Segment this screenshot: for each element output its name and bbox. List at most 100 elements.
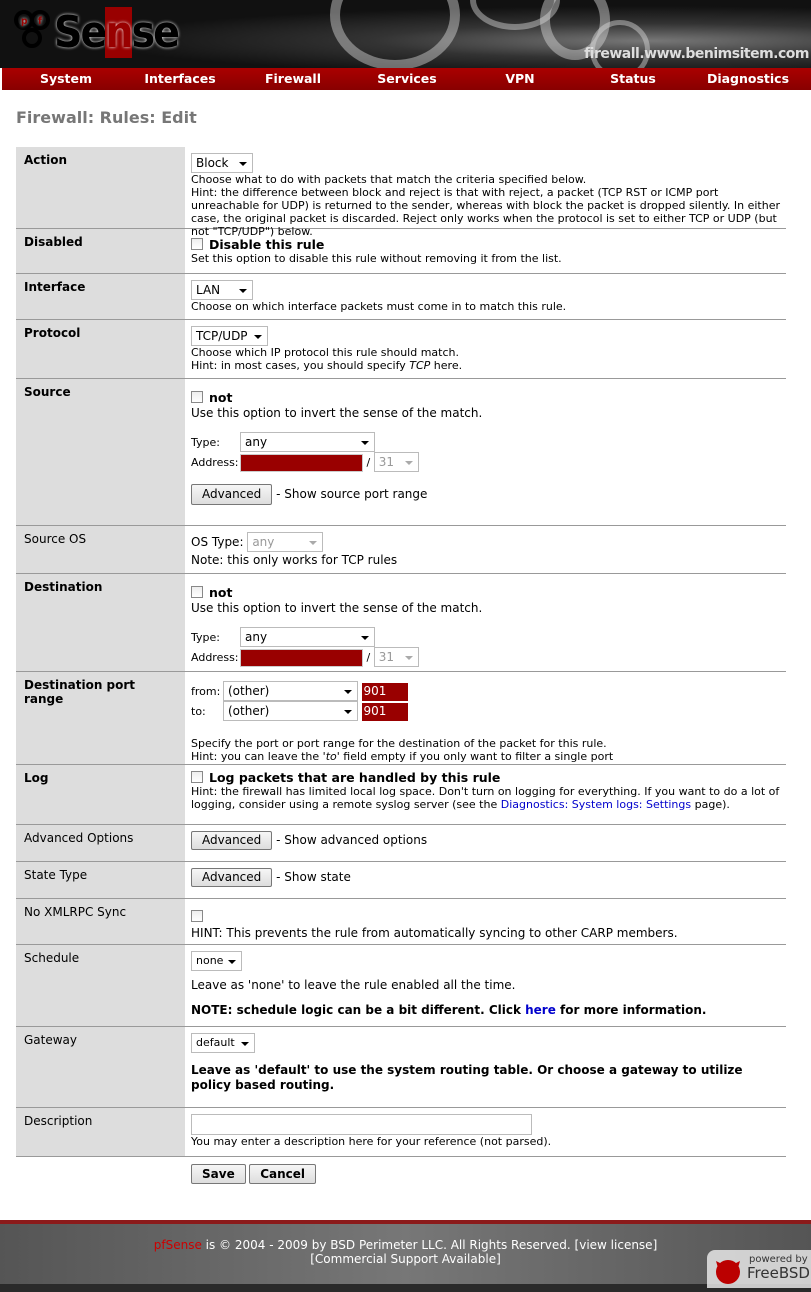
source-type-label: Type: [191, 436, 220, 449]
row-interface: Interface LAN Choose on which interface p… [16, 274, 786, 320]
nav-firewall[interactable]: Firewall [265, 71, 321, 86]
schedule-label: Schedule [16, 945, 185, 1026]
schedule-here-link[interactable]: here [525, 1003, 556, 1017]
disabled-label: Disabled [16, 229, 185, 273]
row-source-os: Source OS OS Type: any Note: this only wo… [16, 526, 786, 574]
nav-vpn[interactable]: VPN [505, 71, 534, 86]
save-button[interactable]: Save [191, 1164, 246, 1184]
destination-not-label: not [209, 585, 233, 600]
source-advanced-help: - Show source port range [276, 487, 428, 501]
svg-text:f: f [38, 16, 42, 27]
protocol-select[interactable]: TCP/UDP [191, 326, 268, 346]
port-from-input[interactable]: 901 [361, 683, 408, 701]
nav-status[interactable]: Status [610, 71, 656, 86]
log-checkbox-label: Log packets that are handled by this rul… [209, 770, 501, 785]
protocol-hint: Hint: in most cases, you should specify [191, 359, 410, 372]
nav-interfaces[interactable]: Interfaces [144, 71, 215, 86]
action-select[interactable]: Block [191, 153, 253, 173]
state-type-help: - Show state [276, 870, 351, 884]
gateway-label: Gateway [16, 1027, 185, 1107]
source-mask-select[interactable]: 31 [373, 452, 419, 472]
pfsense-logo[interactable]: p f Sense [14, 7, 180, 58]
port-from-label: from: [191, 685, 221, 698]
nav-system[interactable]: System [40, 71, 92, 86]
nav-services[interactable]: Services [377, 71, 436, 86]
source-os-label: Source OS [16, 526, 185, 573]
schedule-note-end: for more information. [555, 1003, 707, 1017]
port-from-select[interactable]: (other) [223, 681, 358, 701]
nav-diagnostics[interactable]: Diagnostics [707, 71, 789, 86]
schedule-note: NOTE: schedule logic can be a bit differ… [191, 1003, 526, 1017]
source-type-select[interactable]: any [240, 432, 375, 452]
destination-type-select[interactable]: any [240, 627, 375, 647]
row-action: Action Block Choose what to do with packe… [16, 147, 786, 238]
dest-port-label: Destination port range [16, 672, 185, 764]
source-address-input[interactable] [240, 454, 363, 472]
xmlrpc-help: HINT: This prevents the rule from automa… [191, 926, 678, 940]
port-to-select[interactable]: (other) [223, 701, 358, 721]
freebsd-daemon-icon [716, 1260, 740, 1284]
header-banner: p f Sense firewall.www.benimsitem.com [0, 0, 811, 68]
source-advanced-button[interactable]: Advanced [191, 484, 273, 505]
protocol-help: Choose which IP protocol this rule shoul… [191, 346, 459, 359]
source-os-note: Note: this only works for TCP rules [191, 553, 398, 567]
destination-address-label: Address: [191, 651, 239, 664]
source-not-label: not [209, 390, 233, 405]
port-to-input[interactable]: 901 [361, 703, 408, 721]
description-label: Description [16, 1108, 185, 1156]
freebsd-text: FreeBSD [747, 1264, 810, 1282]
os-type-label: OS Type: [191, 535, 244, 549]
row-destination: Destination not Use this option to inver… [16, 574, 786, 672]
destination-not-help: Use this option to invert the sense of t… [191, 601, 483, 615]
state-type-label: State Type [16, 862, 185, 898]
dest-port-hint-end: field empty if you only want to filter a… [339, 750, 614, 763]
disabled-checkbox[interactable] [191, 238, 203, 250]
syslog-settings-link[interactable]: Diagnostics: System logs: Settings [501, 798, 691, 811]
rule-edit-form: Action Block Choose what to do with packe… [16, 147, 786, 1184]
log-checkbox[interactable] [191, 771, 203, 783]
xmlrpc-label: No XMLRPC Sync [16, 899, 185, 944]
footer-brand: pfSense [153, 1238, 202, 1252]
action-help: Choose what to do with packets that matc… [191, 173, 587, 186]
source-label: Source [16, 379, 185, 525]
row-source: Source not Use this option to invert the… [16, 379, 786, 526]
protocol-label: Protocol [16, 320, 185, 378]
view-license-link[interactable]: [view license] [575, 1238, 658, 1252]
source-not-help: Use this option to invert the sense of t… [191, 406, 483, 420]
footer-copyright: is © 2004 - 2009 by BSD Perimeter LLC. A… [201, 1238, 575, 1252]
powered-by-freebsd[interactable]: powered by FreeBSD [707, 1250, 811, 1288]
commercial-support-link[interactable]: [Commercial Support Available] [310, 1252, 501, 1266]
row-log: Log Log packets that are handled by this… [16, 765, 786, 825]
advanced-options-button[interactable]: Advanced [191, 831, 273, 850]
main-nav: System Interfaces Firewall Services VPN … [2, 68, 811, 90]
source-not-checkbox[interactable] [191, 391, 203, 403]
disabled-checkbox-label: Disable this rule [209, 237, 325, 252]
row-description: Description You may enter a description … [16, 1108, 786, 1157]
interface-label: Interface [16, 274, 185, 319]
state-type-button[interactable]: Advanced [191, 868, 273, 887]
dest-port-hint-em: 'to' [322, 750, 340, 763]
action-label: Action [16, 147, 185, 228]
os-type-select[interactable]: any [247, 532, 324, 552]
gateway-select[interactable]: default [191, 1033, 255, 1053]
advanced-options-label: Advanced Options [16, 825, 185, 861]
hostname: firewall.www.benimsitem.com [584, 46, 809, 62]
destination-mask-select[interactable]: 31 [373, 647, 419, 667]
schedule-help: Leave as 'none' to leave the rule enable… [191, 978, 516, 992]
log-label: Log [16, 765, 185, 824]
destination-address-input[interactable] [240, 649, 363, 667]
advanced-options-help: - Show advanced options [276, 833, 428, 847]
interface-select[interactable]: LAN [191, 280, 253, 300]
schedule-select[interactable]: none [191, 951, 242, 971]
source-address-label: Address: [191, 456, 239, 469]
xmlrpc-checkbox[interactable] [191, 910, 203, 922]
pf-gear-icon: pf [14, 10, 50, 48]
footer: pfSense is © 2004 - 2009 by BSD Perimete… [0, 1220, 811, 1292]
destination-label: Destination [16, 574, 185, 671]
port-to-label: to: [191, 705, 206, 718]
destination-not-checkbox[interactable] [191, 586, 203, 598]
row-gateway: Gateway default Leave as 'default' to use… [16, 1027, 786, 1108]
cancel-button[interactable]: Cancel [249, 1164, 317, 1184]
description-input[interactable] [191, 1114, 532, 1135]
row-dest-port: Destination port range from: (other) 901 … [16, 672, 786, 765]
